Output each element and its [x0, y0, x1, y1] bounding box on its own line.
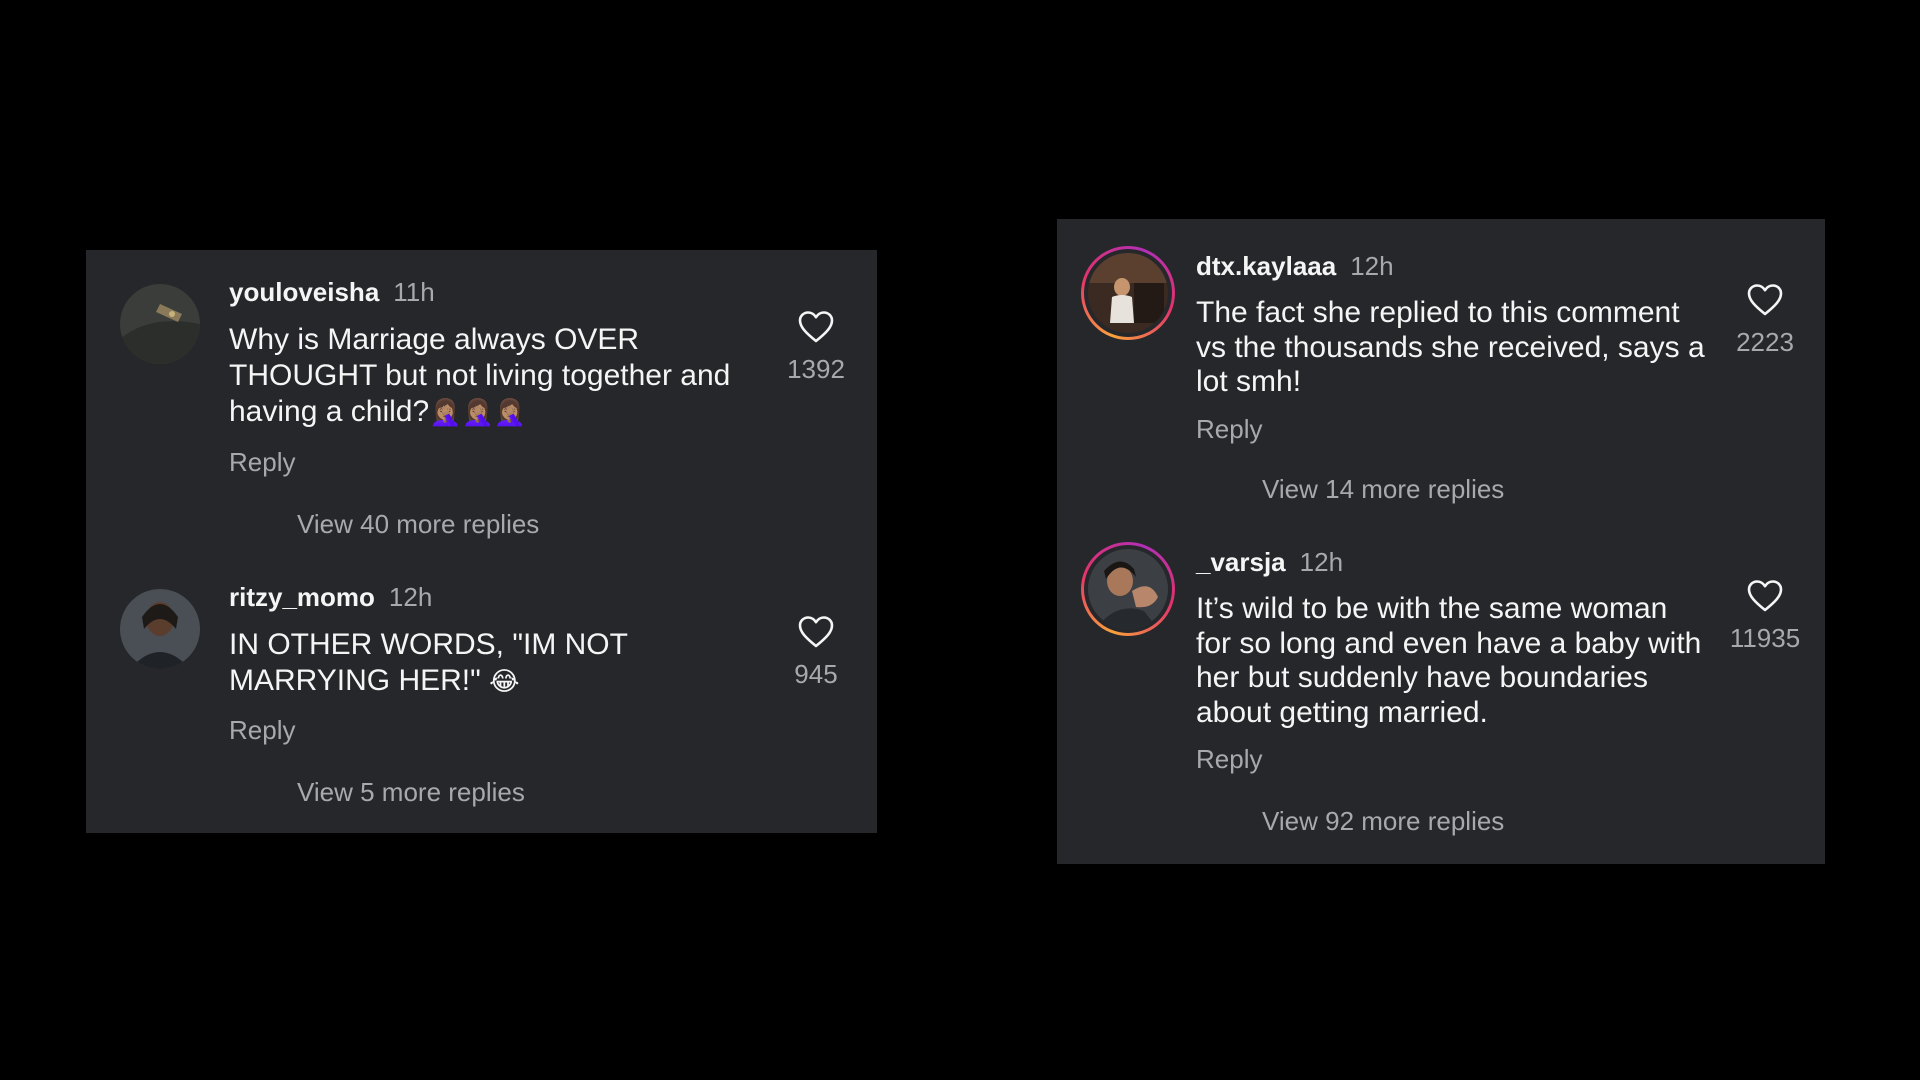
- comment-text-line: The fact she replied to this comment: [1196, 296, 1680, 329]
- avatar-photo-icon: [120, 284, 200, 364]
- heart-outline-icon[interactable]: [798, 310, 834, 344]
- timestamp: 12h: [1299, 547, 1344, 577]
- comments-panel-left: youloveisha 11h Why is Marriage always OV…: [86, 250, 877, 833]
- reply-button[interactable]: Reply: [1196, 743, 1262, 775]
- avatar-photo-icon: [120, 589, 200, 669]
- heart-outline-icon[interactable]: [798, 615, 834, 649]
- view-more-replies-button[interactable]: View 14 more replies: [1262, 473, 1504, 505]
- comment-meta: dtx.kaylaaa 12h: [1196, 250, 1394, 282]
- comment-text: IN OTHER WORDS, "IM NOT MARRYING HER!" 😂: [229, 627, 789, 700]
- like-control: 945: [771, 615, 861, 689]
- username[interactable]: _varsja: [1196, 547, 1286, 577]
- heart-outline-icon[interactable]: [1747, 283, 1783, 317]
- screenshot-stage: youloveisha 11h Why is Marriage always OV…: [0, 0, 1920, 1080]
- reply-button[interactable]: Reply: [1196, 413, 1262, 445]
- comment-meta: youloveisha 11h: [229, 276, 435, 308]
- avatar-photo-icon: [1088, 253, 1168, 333]
- timestamp: 11h: [393, 277, 435, 307]
- facepalm-emoji-icon: 🤦🏽‍♀️🤦🏽‍♀️🤦🏽‍♀️: [429, 398, 527, 428]
- comment-meta: ritzy_momo 12h: [229, 581, 432, 613]
- timestamp: 12h: [388, 582, 433, 612]
- comment-text-line: IN OTHER WORDS, "IM NOT: [229, 628, 628, 661]
- laughing-emoji-icon: 😂: [489, 667, 520, 697]
- like-control: 2223: [1720, 283, 1810, 357]
- comments-panel-right: dtx.kaylaaa 12h The fact she replied to t…: [1057, 219, 1825, 864]
- avatar-photo-icon: [1088, 549, 1168, 629]
- comment-meta: _varsja 12h: [1196, 546, 1343, 578]
- comment-text-line: THOUGHT but not living together and: [229, 359, 731, 392]
- comment-text-line: lot smh!: [1196, 365, 1302, 398]
- comment-text-line: vs the thousands she received, says a: [1196, 330, 1705, 364]
- reply-button[interactable]: Reply: [229, 446, 295, 478]
- avatar[interactable]: [120, 589, 200, 669]
- like-count: 1392: [787, 354, 845, 384]
- view-more-replies-button[interactable]: View 40 more replies: [297, 508, 539, 540]
- heart-outline-icon[interactable]: [1747, 579, 1783, 613]
- like-count: 2223: [1736, 327, 1794, 357]
- comment-text-line: having a child?🤦🏽‍♀️🤦🏽‍♀️🤦🏽‍♀️: [229, 395, 527, 428]
- comment-text: Why is Marriage always OVER THOUGHT but …: [229, 322, 789, 431]
- like-count: 945: [794, 659, 838, 689]
- story-ring-avatar[interactable]: [1081, 246, 1175, 340]
- comment-text-line: for so long and even have a baby with: [1196, 626, 1702, 660]
- story-ring-avatar[interactable]: [1081, 542, 1175, 636]
- comment-text-line: MARRYING HER!" 😂: [229, 664, 520, 697]
- like-count: 11935: [1729, 623, 1801, 653]
- comment-text-line: about getting married.: [1196, 695, 1488, 729]
- like-control: 1392: [771, 310, 861, 384]
- comment-text: The fact she replied to this comment vs …: [1196, 296, 1736, 400]
- timestamp: 12h: [1350, 251, 1394, 281]
- reply-button[interactable]: Reply: [229, 714, 295, 746]
- comment-text-line: Why is Marriage always OVER: [229, 323, 640, 356]
- like-control: 11935: [1720, 579, 1810, 653]
- comment-text-line: her but suddenly have boundaries: [1196, 661, 1648, 694]
- comment-text: It’s wild to be with the same woman for …: [1196, 592, 1736, 730]
- username[interactable]: youloveisha: [229, 277, 379, 307]
- comment-text-line: It’s wild to be with the same woman: [1196, 592, 1668, 625]
- avatar[interactable]: [120, 284, 200, 364]
- username[interactable]: dtx.kaylaaa: [1196, 251, 1336, 281]
- username[interactable]: ritzy_momo: [229, 582, 375, 612]
- view-more-replies-button[interactable]: View 5 more replies: [297, 776, 525, 808]
- view-more-replies-button[interactable]: View 92 more replies: [1262, 805, 1504, 837]
